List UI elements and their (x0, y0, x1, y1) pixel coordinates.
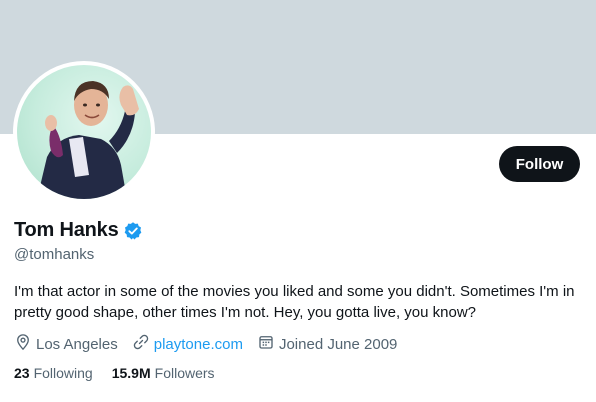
link-icon (132, 333, 154, 355)
website-link[interactable]: playtone.com (154, 336, 243, 353)
followers-count: 15.9M (111, 365, 151, 381)
location-item: Los Angeles (14, 333, 118, 355)
avatar-photo (17, 65, 151, 199)
profile-name-row: Tom Hanks (14, 219, 143, 242)
follow-button[interactable]: Follow (499, 146, 580, 182)
calendar-icon (257, 333, 279, 355)
joined-item: Joined June 2009 (257, 333, 397, 355)
profile-bio: I'm that actor in some of the movies you… (14, 283, 575, 321)
website-item[interactable]: playtone.com (132, 333, 243, 355)
following-count: 23 (14, 365, 30, 381)
profile-meta: Los Angeles playtone.com Joined June 200… (14, 333, 411, 355)
verified-badge-icon[interactable] (123, 221, 143, 241)
following-link[interactable]: 23 Following (14, 365, 93, 381)
following-label: Following (33, 365, 93, 381)
profile-name: Tom Hanks (14, 219, 119, 241)
profile-handle: @tomhanks (14, 246, 95, 263)
joined-text: Joined June 2009 (278, 335, 398, 353)
follow-stats: 23 Following 15.9M Followers (14, 365, 234, 381)
avatar[interactable] (13, 61, 155, 203)
followers-link[interactable]: 15.9M Followers (112, 365, 215, 381)
location-text: Los Angeles (36, 335, 118, 353)
location-pin-icon (14, 333, 36, 355)
followers-label: Followers (154, 365, 215, 381)
